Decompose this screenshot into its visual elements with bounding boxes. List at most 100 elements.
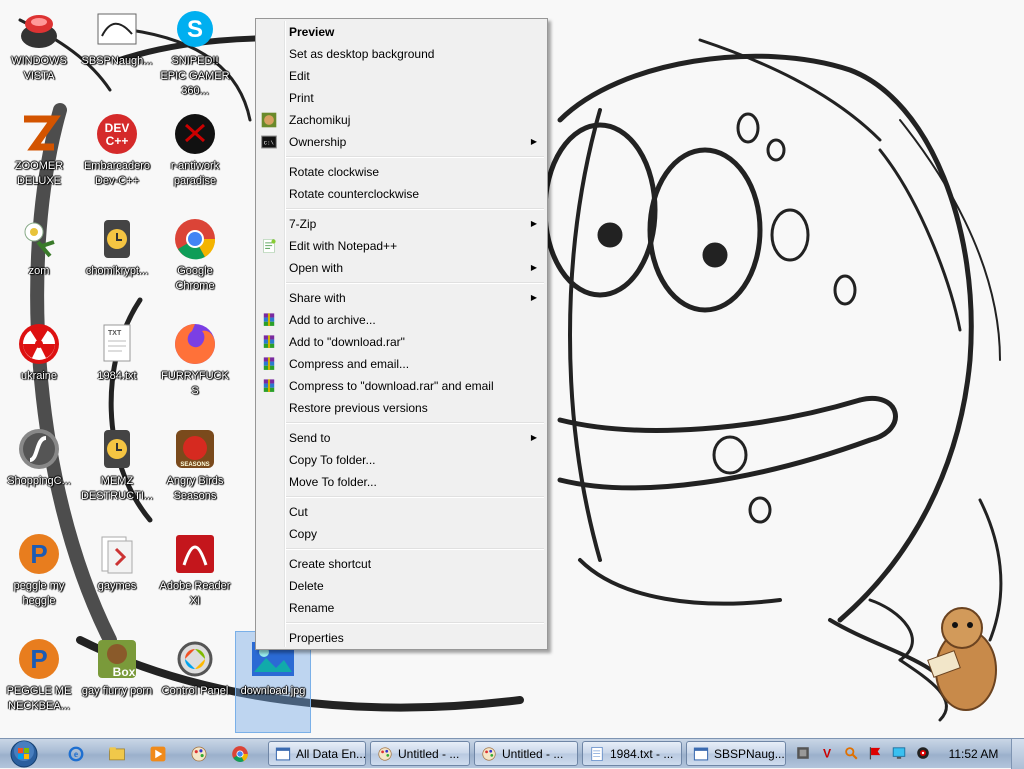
menu-item-edit[interactable]: Edit	[256, 65, 547, 87]
desktop-icon[interactable]: gaymes	[80, 527, 154, 627]
taskbar-button[interactable]: Untitled - ...	[370, 741, 470, 766]
menu-item-copy[interactable]: Copy	[256, 523, 547, 545]
control-panel-icon	[172, 636, 218, 682]
desktop-icon-label: Control Panel	[161, 685, 229, 697]
tray-search-icon[interactable]	[844, 746, 858, 760]
desktop-icon[interactable]: zom	[2, 212, 76, 312]
menu-item-label: Properties	[289, 631, 344, 645]
menu-item-move-to-folder[interactable]: Move To folder...	[256, 471, 547, 493]
menu-item-open-with[interactable]: Open with ▶	[256, 257, 547, 279]
menu-item-rotate-clockwise[interactable]: Rotate clockwise	[256, 161, 547, 183]
tray-app-icon[interactable]	[796, 746, 810, 760]
start-button[interactable]	[6, 739, 42, 769]
menu-item-create-shortcut[interactable]: Create shortcut	[256, 553, 547, 575]
menu-item-add-to-archive[interactable]: Add to archive...	[256, 309, 547, 331]
menu-item-set-as-desktop-background[interactable]: Set as desktop background	[256, 43, 547, 65]
menu-item-label: Add to "download.rar"	[289, 335, 405, 349]
svg-text:DEV: DEV	[105, 121, 130, 135]
flash-icon	[16, 426, 62, 472]
taskbar-button[interactable]: 1984.txt - ...	[582, 741, 682, 766]
media-player-icon[interactable]	[148, 744, 168, 764]
ie-icon[interactable]: e	[66, 744, 86, 764]
show-desktop-button[interactable]	[1011, 739, 1024, 769]
desktop-icon-label: r-antiwork paradise	[170, 160, 220, 187]
menu-item-share-with[interactable]: Share with ▶	[256, 287, 547, 309]
taskbar-button-label: 1984.txt - ...	[610, 746, 674, 761]
svg-text:C++: C++	[106, 134, 129, 148]
plant-zombie-icon	[16, 216, 62, 262]
desktop-icon[interactable]: WINDOWS VISTA	[2, 2, 76, 102]
desktop-icon-label: gay fiurry porn	[81, 685, 153, 697]
menu-item-label: Compress and email...	[289, 357, 410, 371]
svg-text:V: V	[823, 747, 832, 760]
notepad-plus-icon	[261, 238, 277, 254]
menu-item-restore-previous-versions[interactable]: Restore previous versions	[256, 397, 547, 419]
desktop-icon[interactable]: r-antiwork paradise	[158, 107, 232, 207]
menu-item-send-to[interactable]: Send to ▶	[256, 427, 547, 449]
desktop-icon[interactable]: Google Chrome	[158, 212, 232, 312]
svg-text:S: S	[187, 16, 203, 43]
tray-flag-icon[interactable]	[868, 746, 882, 760]
menu-item-rotate-counterclockwise[interactable]: Rotate counterclockwise	[256, 183, 547, 205]
menu-item-compress-to-download-rar-and-email[interactable]: Compress to "download.rar" and email	[256, 375, 547, 397]
taskbar-button[interactable]: SBSPNaug...	[686, 741, 786, 766]
desktop-icon[interactable]: Box gay fiurry porn	[80, 632, 154, 732]
adobe-reader-icon	[172, 531, 218, 577]
explorer-icon[interactable]	[107, 744, 127, 764]
menu-item-label: Restore previous versions	[289, 401, 428, 415]
desktop-icon[interactable]: FURRYFUCKS	[158, 317, 232, 417]
menu-item-copy-to-folder[interactable]: Copy To folder...	[256, 449, 547, 471]
timer-app-icon	[94, 426, 140, 472]
menu-item-rename[interactable]: Rename	[256, 597, 547, 619]
windows-start-orb-icon	[10, 740, 38, 768]
window-icon	[275, 746, 291, 762]
desktop-icon[interactable]: MEMZ DESTRUCTI...	[80, 422, 154, 522]
tray-v-icon[interactable]: V	[820, 746, 834, 761]
desktop-icon[interactable]: P PEGGLE ME NECKBEA...	[2, 632, 76, 732]
desktop-icon[interactable]: Adobe Reader XI	[158, 527, 232, 627]
desktop-icon-label: ShoppingC...	[7, 475, 71, 487]
taskbar-button[interactable]: All Data En...	[268, 741, 366, 766]
desktop-icon[interactable]: Ppeggle my heggle	[2, 527, 76, 627]
menu-item-add-to-download-rar[interactable]: Add to "download.rar"	[256, 331, 547, 353]
context-menu: Preview Set as desktop background Edit Prin…	[255, 18, 548, 650]
menu-item-label: 7-Zip	[289, 217, 317, 231]
desktop-icon[interactable]: TXT 1984.txt	[80, 317, 154, 417]
menu-item-delete[interactable]: Delete	[256, 575, 547, 597]
clock[interactable]: 11:52 AM	[946, 739, 1001, 769]
desktop-icon-label: PEGGLE ME NECKBEA...	[6, 685, 72, 712]
desktop-icon[interactable]: SEASONS Angry Birds Seasons	[158, 422, 232, 522]
menu-separator	[256, 279, 547, 287]
menu-item-cut[interactable]: Cut	[256, 501, 547, 523]
taskbar-button-label: SBSPNaug...	[714, 746, 785, 761]
menu-item-compress-and-email[interactable]: Compress and email...	[256, 353, 547, 375]
menu-item-properties[interactable]: Properties	[256, 627, 547, 649]
menu-item-print[interactable]: Print	[256, 87, 547, 109]
chrome-icon[interactable]	[230, 744, 250, 764]
menu-item-ownership[interactable]: C:\ Ownership ▶	[256, 131, 547, 153]
desktop-icon-label: 1984.txt	[97, 370, 137, 382]
menu-item-preview[interactable]: Preview	[256, 21, 547, 43]
menu-item-edit-with-notepad[interactable]: Edit with Notepad++	[256, 235, 547, 257]
desktop-icon[interactable]: DEV C++ Embarcadero Dev-C++	[80, 107, 154, 207]
submenu-arrow-icon: ▶	[530, 263, 537, 272]
menu-item-label: Rotate clockwise	[289, 165, 380, 179]
menu-item-zachomikuj[interactable]: Zachomikuj	[256, 109, 547, 131]
desktop-icon[interactable]: ZOOMER DELUXE	[2, 107, 76, 207]
desktop-icon[interactable]: S SNIPED!! EPIC GAMER 360...	[158, 2, 232, 102]
tray-speaker-icon[interactable]	[916, 746, 930, 760]
peggle-icon: P	[16, 531, 62, 577]
desktop-icon[interactable]: ShoppingC...	[2, 422, 76, 522]
tray-monitor-icon[interactable]	[892, 746, 906, 760]
desktop-icon[interactable]: SBSPNaugh...	[80, 2, 154, 102]
skype-icon: S	[172, 6, 218, 52]
desktop-icon-label: Google Chrome	[175, 265, 215, 292]
desktop-icon[interactable]: chomikrypt...	[80, 212, 154, 312]
desktop-icon-label: Angry Birds Seasons	[166, 475, 224, 502]
taskbar-button[interactable]: Untitled - ...	[474, 741, 578, 766]
winrar-icon	[261, 378, 277, 394]
paint-icon[interactable]	[189, 744, 209, 764]
desktop-icon[interactable]: Control Panel	[158, 632, 232, 732]
menu-item-7-zip[interactable]: 7-Zip ▶	[256, 213, 547, 235]
desktop-icon[interactable]: ukraine	[2, 317, 76, 417]
